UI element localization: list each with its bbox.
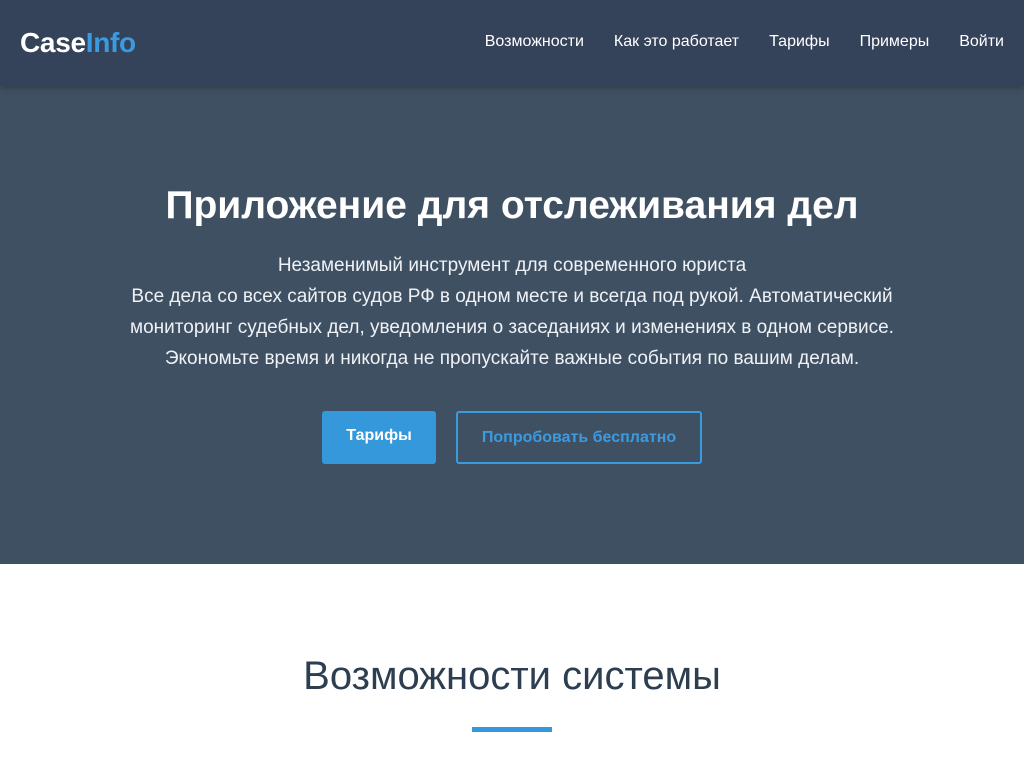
hero-description: Незаменимый инструмент для современного … bbox=[112, 250, 912, 374]
navbar: CaseInfo Возможности Как это работает Та… bbox=[0, 0, 1024, 86]
section-divider bbox=[472, 727, 552, 732]
features-section: Возможности системы bbox=[0, 564, 1024, 768]
hero-line-2: Все дела со всех сайтов судов РФ в одном… bbox=[130, 286, 894, 338]
hero-line-1: Незаменимый инструмент для современного … bbox=[277, 255, 747, 276]
logo-case: Case bbox=[20, 27, 86, 58]
logo-info: Info bbox=[85, 27, 136, 58]
nav-link-examples[interactable]: Примеры bbox=[860, 33, 930, 51]
hero-title: Приложение для отслеживания дел bbox=[165, 184, 859, 227]
nav-links: Возможности Как это работает Тарифы Прим… bbox=[485, 33, 1004, 51]
hero-section: Приложение для отслеживания дел Незамени… bbox=[0, 86, 1024, 564]
hero-line-3: Экономьте время и никогда не пропускайте… bbox=[164, 348, 860, 369]
logo[interactable]: CaseInfo bbox=[20, 27, 136, 59]
nav-link-pricing[interactable]: Тарифы bbox=[769, 33, 829, 51]
nav-link-login[interactable]: Войти bbox=[959, 33, 1004, 51]
features-title: Возможности системы bbox=[303, 654, 721, 698]
try-free-button[interactable]: Попробовать бесплатно bbox=[456, 411, 702, 464]
nav-link-how-it-works[interactable]: Как это работает bbox=[614, 33, 739, 51]
nav-link-features[interactable]: Возможности bbox=[485, 33, 584, 51]
pricing-button[interactable]: Тарифы bbox=[322, 411, 436, 464]
